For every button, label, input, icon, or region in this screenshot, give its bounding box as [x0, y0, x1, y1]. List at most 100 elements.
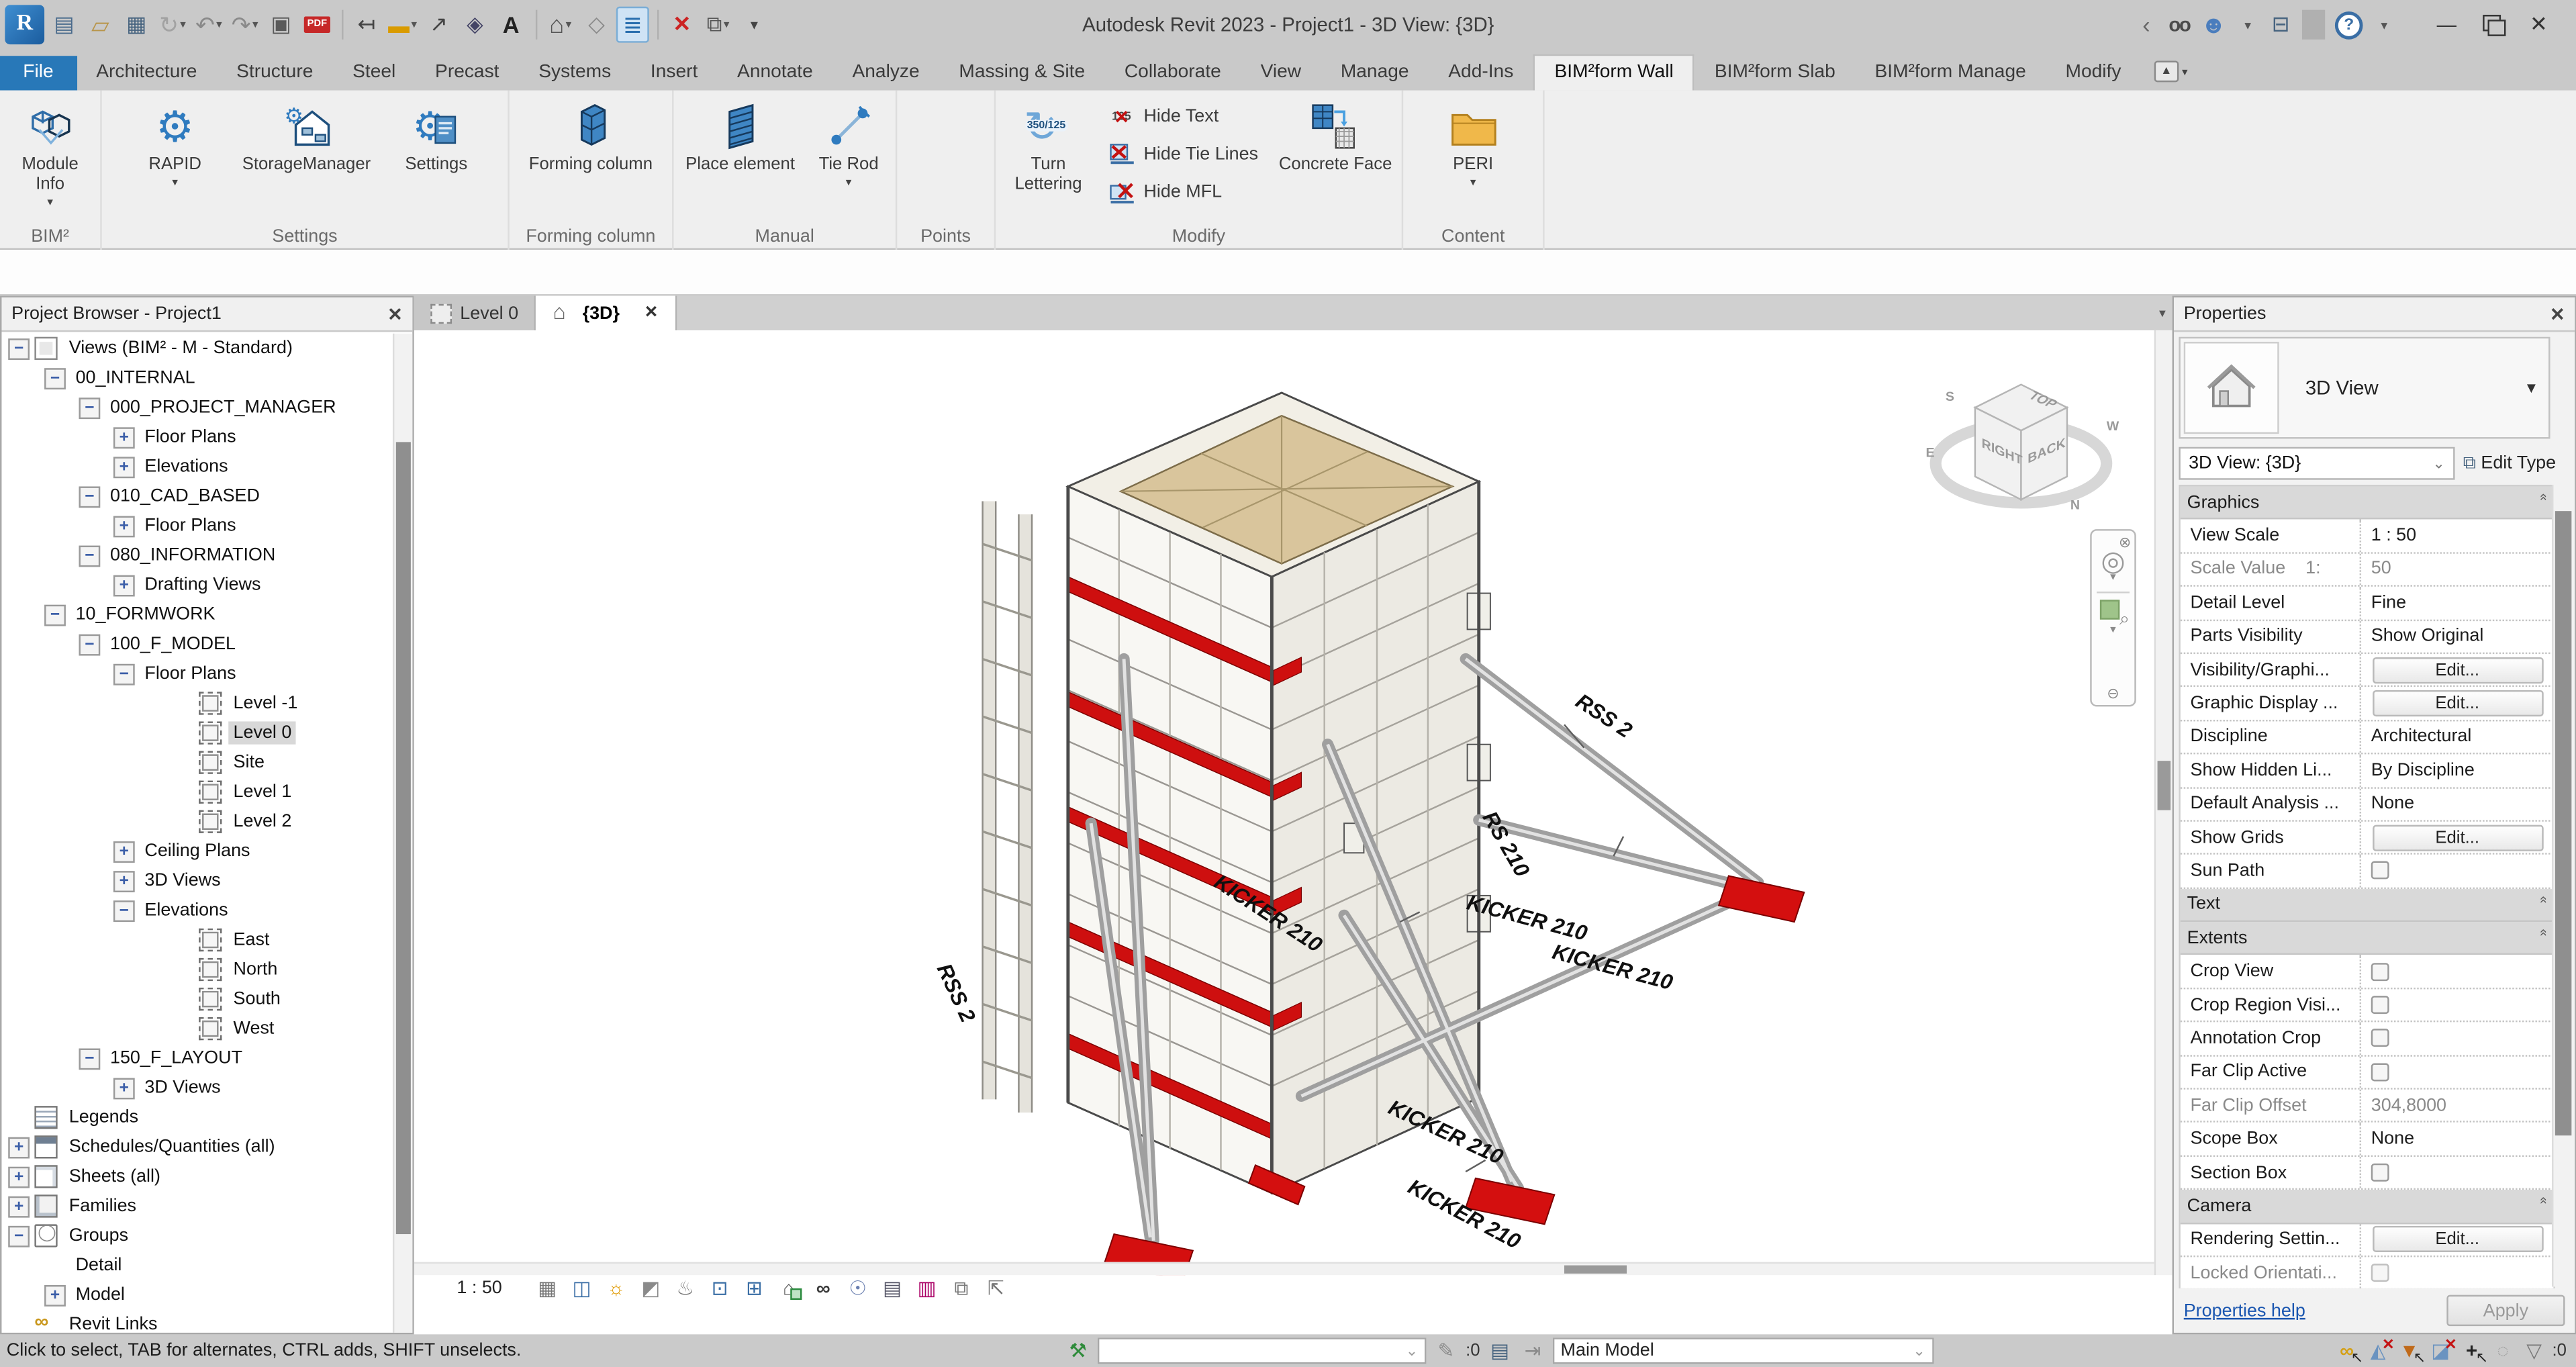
design-options-icon[interactable]: [1486, 1338, 1513, 1363]
tree-item[interactable]: 3D Views: [1, 866, 393, 896]
view-control-icon[interactable]: [880, 1276, 905, 1301]
tree-item[interactable]: Level -1: [1, 689, 393, 718]
tree-item-label[interactable]: 00_INTERNAL: [70, 367, 200, 389]
tree-expander[interactable]: [8, 1225, 30, 1247]
tree-expander[interactable]: [113, 574, 135, 596]
property-row[interactable]: Graphics: [2181, 486, 2554, 520]
tree-expander[interactable]: [173, 782, 194, 803]
property-row[interactable]: Show Hidden Li... By Discipline By Disci…: [2181, 755, 2554, 788]
tree-expander[interactable]: [113, 870, 135, 892]
section-collapse-icon[interactable]: [2536, 493, 2550, 501]
tree-expander[interactable]: [44, 1284, 66, 1306]
hide-text-button[interactable]: 125 Hide Text: [1101, 100, 1265, 133]
property-row[interactable]: Crop View: [2181, 955, 2554, 989]
tree-item-label[interactable]: Elevations: [140, 899, 233, 922]
project-browser-scrollbar[interactable]: [393, 334, 412, 1333]
tree-item[interactable]: North: [1, 955, 393, 984]
qat-icon[interactable]: [301, 7, 334, 43]
tree-item[interactable]: 010_CAD_BASED: [1, 481, 393, 511]
tree-expander[interactable]: [173, 929, 194, 951]
tree-expander[interactable]: [113, 515, 135, 536]
tree-item-label[interactable]: 3D Views: [140, 869, 226, 892]
qat-icon[interactable]: [653, 7, 663, 43]
close-icon[interactable]: ✕: [645, 304, 659, 322]
tree-item[interactable]: 080_INFORMATION: [1, 540, 393, 570]
tree-item-label[interactable]: Level 2: [228, 810, 297, 833]
tree-item-label[interactable]: Floor Plans: [140, 426, 241, 449]
tree-item-label[interactable]: Revit Links: [64, 1313, 162, 1333]
ribbon-tab[interactable]: Modify: [2046, 56, 2141, 90]
tree-item[interactable]: Floor Plans: [1, 659, 393, 688]
qat-icon[interactable]: [580, 7, 613, 43]
forming-column-button[interactable]: Forming column: [529, 91, 653, 216]
type-combo[interactable]: 3D View: {3D} ⌄: [2179, 447, 2454, 480]
tree-item-label[interactable]: Legends: [64, 1106, 143, 1129]
ribbon-tab[interactable]: Systems: [519, 56, 631, 90]
edit-button[interactable]: Edit...: [2372, 824, 2543, 851]
qat-icon[interactable]: [459, 7, 491, 43]
qat-icon[interactable]: [702, 7, 734, 43]
ribbon-tab[interactable]: Architecture: [77, 56, 217, 90]
property-row[interactable]: Sun Path: [2181, 855, 2554, 888]
tree-expander[interactable]: [173, 1018, 194, 1039]
tree-expander[interactable]: [173, 988, 194, 1010]
property-row[interactable]: Graphic Display ... Edit... Edit...: [2181, 688, 2554, 721]
panel-label[interactable]: Settings: [102, 227, 508, 246]
user-icon[interactable]: [2201, 7, 2227, 43]
tree-item[interactable]: East: [1, 925, 393, 955]
view-control-icon[interactable]: [638, 1276, 663, 1301]
tree-expander[interactable]: [173, 959, 194, 980]
qat-icon[interactable]: [665, 7, 698, 43]
tree-expander[interactable]: [113, 900, 135, 921]
tree-expander[interactable]: [113, 456, 135, 477]
section-collapse-icon[interactable]: [2536, 1197, 2550, 1205]
options-icon[interactable]: ⊖: [2107, 686, 2119, 702]
tree-item-label[interactable]: East: [228, 929, 275, 951]
tree-item[interactable]: 00_INTERNAL: [1, 363, 393, 393]
property-row[interactable]: Crop Region Visi...: [2181, 989, 2554, 1023]
tree-item-label[interactable]: Schedules/Quantities (all): [64, 1135, 279, 1158]
tree-item[interactable]: Model: [1, 1280, 393, 1310]
panel-label[interactable]: BIM²: [0, 227, 100, 246]
concrete-face-button[interactable]: Concrete Face: [1278, 91, 1392, 216]
tree-expander[interactable]: [44, 1255, 66, 1276]
type-selector[interactable]: 3D View ▼: [2179, 337, 2550, 439]
help-icon[interactable]: [2335, 7, 2363, 43]
worksets-icon[interactable]: [1065, 1338, 1091, 1363]
property-checkbox[interactable]: [2371, 1264, 2389, 1282]
tree-item-label[interactable]: 100_F_MODEL: [105, 632, 241, 655]
worksets-combo[interactable]: ⌄: [1098, 1337, 1426, 1364]
view-control-icon[interactable]: [777, 1276, 802, 1301]
close-icon[interactable]: ✕: [2550, 303, 2565, 325]
tree-expander[interactable]: [173, 722, 194, 744]
tree-item-label[interactable]: Floor Plans: [140, 514, 241, 537]
property-value[interactable]: Show Original: [2361, 626, 2483, 646]
property-checkbox[interactable]: [2371, 962, 2389, 980]
tree-expander[interactable]: [8, 1166, 30, 1188]
select-by-face-icon[interactable]: [2428, 1338, 2454, 1363]
qat-icon[interactable]: [48, 7, 81, 43]
canvas-horizontal-scrollbar[interactable]: [414, 1262, 2154, 1276]
ribbon-display-toggle[interactable]: ▲ ▾: [2154, 61, 2187, 91]
ribbon-tab[interactable]: Annotate: [718, 56, 832, 90]
qat-icon[interactable]: [738, 7, 771, 43]
tree-item[interactable]: Site: [1, 748, 393, 777]
cart-icon[interactable]: [2269, 7, 2292, 43]
properties-header[interactable]: Properties ✕: [2174, 297, 2575, 332]
property-row[interactable]: Scale Value 1: 50 50: [2181, 553, 2554, 587]
view-tab-level0[interactable]: Level 0: [414, 296, 536, 330]
tree-item-label[interactable]: Floor Plans: [140, 662, 241, 685]
qat-icon[interactable]: [544, 7, 577, 43]
properties-scrollbar[interactable]: [2552, 485, 2573, 1286]
back-arrow-icon[interactable]: [2135, 7, 2158, 43]
chevron-down-icon[interactable]: ▾: [2159, 305, 2173, 320]
tree-item[interactable]: Level 2: [1, 807, 393, 837]
panel-label[interactable]: Manual: [673, 227, 895, 246]
chevron-down-icon[interactable]: ▾: [2110, 570, 2116, 586]
property-value[interactable]: By Discipline: [2361, 761, 2475, 780]
tree-expander[interactable]: [8, 338, 30, 359]
tree-item[interactable]: Elevations: [1, 896, 393, 925]
formwork-3d-model[interactable]: RSS 2 RS 210 KICKER 210 KICKER 210 KICKE…: [414, 330, 2154, 1275]
turn-lettering-button[interactable]: ↻350/125 Turn Lettering: [996, 91, 1101, 216]
tree-item-label[interactable]: Level 0: [228, 721, 297, 744]
